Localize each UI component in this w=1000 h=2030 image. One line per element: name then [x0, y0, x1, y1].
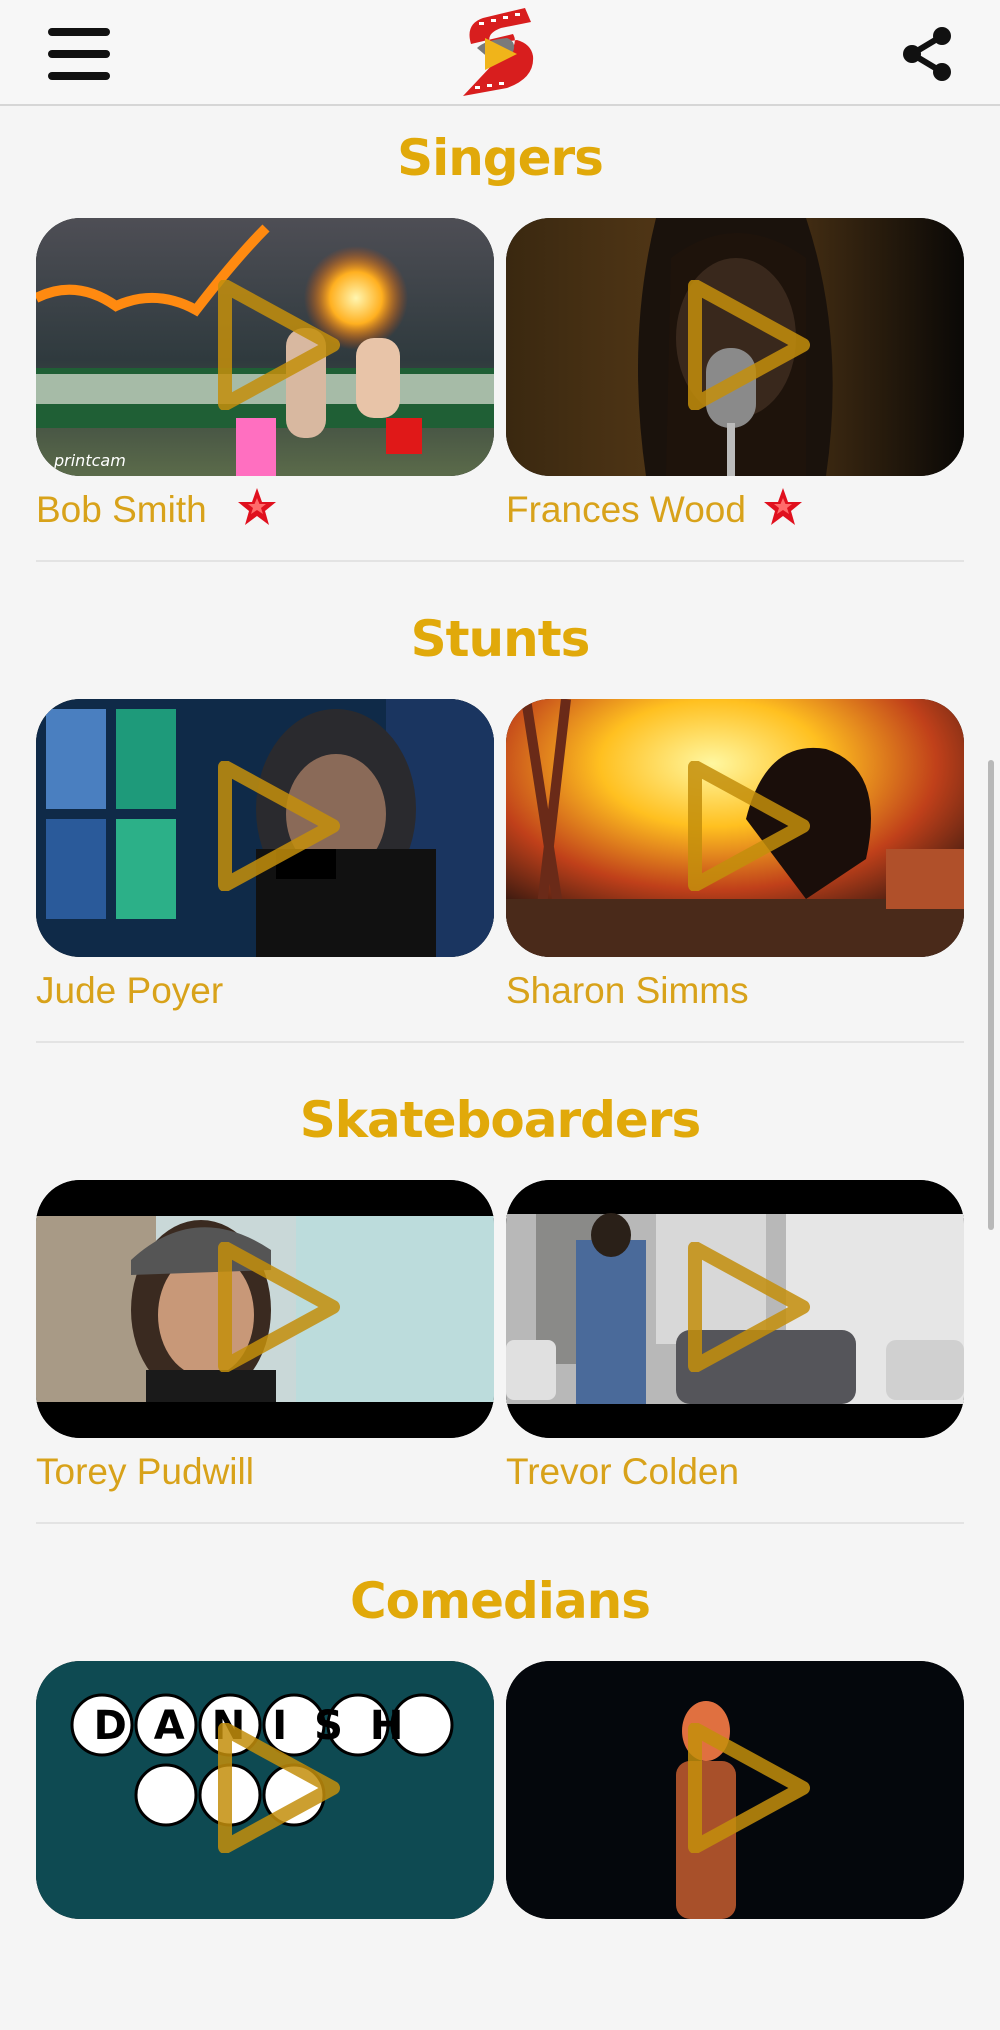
performer-name[interactable]: Jude Poyer [36, 965, 223, 1017]
video-card-torey-pudwill[interactable] [36, 1180, 494, 1438]
play-icon [218, 280, 340, 410]
video-card-jude-poyer[interactable] [36, 699, 494, 957]
video-card-frances-wood[interactable] [506, 218, 964, 476]
top-app-bar [0, 0, 1000, 106]
performer-name[interactable]: Frances Wood [506, 484, 746, 536]
section-title: Singers [397, 129, 604, 187]
featured-star-icon [764, 488, 802, 525]
section-divider [36, 1522, 964, 1524]
performer-name[interactable]: Bob Smith [36, 484, 207, 536]
section-title: Skateboarders [299, 1091, 701, 1149]
share-icon[interactable] [898, 24, 958, 84]
section-title: Stunts [410, 610, 591, 668]
play-icon [688, 761, 810, 891]
performer-name[interactable]: Sharon Simms [506, 965, 749, 1017]
section-divider [36, 1041, 964, 1043]
featured-star-icon [238, 488, 276, 525]
section-comedians: Comedians DANISH [0, 1549, 1000, 2030]
svg-text:printcam: printcam [53, 451, 126, 470]
performer-name[interactable]: Torey Pudwill [36, 1446, 254, 1498]
performer-name[interactable]: Trevor Colden [506, 1446, 739, 1498]
section-singers: Singers printcam Bob Smith Frances Wood [0, 106, 1000, 587]
section-stunts: Stunts Jude Poyer Sharon Simms [0, 587, 1000, 1068]
hamburger-menu-icon[interactable] [44, 26, 114, 82]
play-icon [218, 1723, 340, 1853]
section-divider [36, 560, 964, 562]
video-card-comedian-1[interactable]: DANISH [36, 1661, 494, 1919]
play-icon [688, 1723, 810, 1853]
section-skateboarders: Skateboarders Torey Pudwill Trevor Colde… [0, 1068, 1000, 1549]
film-reel-s-logo-icon[interactable] [455, 4, 545, 102]
section-title: Comedians [349, 1572, 651, 1630]
play-icon [218, 1242, 340, 1372]
play-icon [218, 761, 340, 891]
play-icon [688, 1242, 810, 1372]
play-icon [688, 280, 810, 410]
video-card-bob-smith[interactable]: printcam [36, 218, 494, 476]
video-card-sharon-simms[interactable] [506, 699, 964, 957]
video-card-trevor-colden[interactable] [506, 1180, 964, 1438]
video-card-comedian-2[interactable] [506, 1661, 964, 1919]
scrollbar[interactable] [988, 760, 994, 1230]
